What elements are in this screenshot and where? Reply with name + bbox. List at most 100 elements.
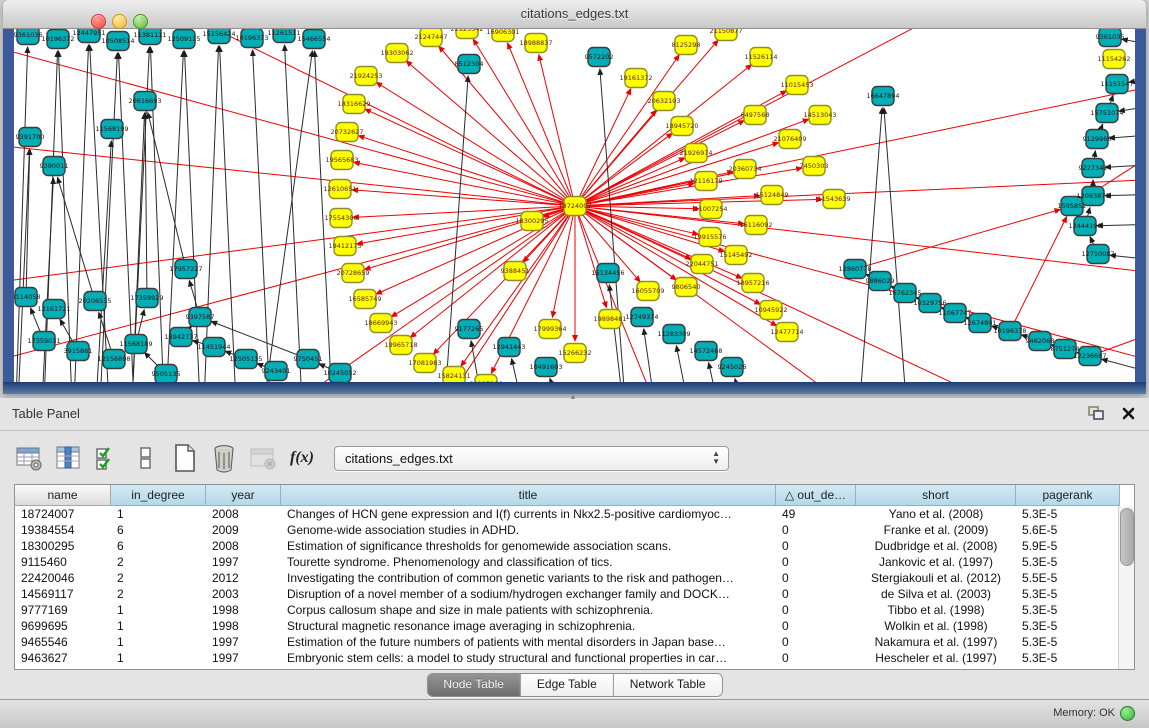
table-cell[interactable]: de Silva et al. (2003): [856, 586, 1016, 602]
table-cell[interactable]: 2003: [206, 586, 281, 602]
table-cell[interactable]: 0: [776, 650, 856, 666]
table-cell[interactable]: 1997: [206, 634, 281, 650]
graph-node[interactable]: 11543639: [817, 190, 850, 209]
graph-node[interactable]: 18316629: [337, 95, 370, 114]
table-cell[interactable]: 5.3E-5: [1016, 506, 1119, 522]
column-header-pagerank[interactable]: pagerank: [1016, 485, 1120, 506]
graph-node[interactable]: 17081983: [408, 354, 441, 373]
graph-node[interactable]: 11261511: [267, 29, 300, 43]
graph-edge[interactable]: [1010, 217, 1067, 331]
table-row[interactable]: 1830029562008Estimation of significance …: [15, 538, 1119, 554]
table-cell[interactable]: Wolkin et al. (1998): [856, 618, 1016, 634]
graph-node[interactable]: 8125298: [672, 36, 701, 55]
table-cell[interactable]: Franke et al. (2009): [856, 522, 1016, 538]
graph-edge[interactable]: [204, 46, 219, 382]
table-cell[interactable]: 0: [776, 618, 856, 634]
table-cell[interactable]: 0: [776, 554, 856, 570]
table-cell[interactable]: 1: [111, 506, 206, 522]
table-row[interactable]: 911546021997Tourette syndrome. Phenomeno…: [15, 554, 1119, 570]
table-scrollbar[interactable]: [1118, 506, 1134, 669]
table-row[interactable]: 1938455462009Genome-wide association stu…: [15, 522, 1119, 538]
graph-edge[interactable]: [884, 108, 907, 382]
graph-edge[interactable]: [74, 45, 89, 382]
graph-node[interactable]: 19161372: [619, 69, 652, 88]
table-cell[interactable]: Estimation of significance thresholds fo…: [281, 538, 776, 554]
table-cell[interactable]: 18724007: [15, 506, 111, 522]
graph-node[interactable]: 9397587: [186, 308, 215, 327]
table-cell[interactable]: 6: [111, 538, 206, 554]
table-cell[interactable]: 1998: [206, 618, 281, 634]
table-cell[interactable]: Changes of HCN gene expression and I(f) …: [281, 506, 776, 522]
table-row[interactable]: 946554611997Estimation of the future num…: [15, 634, 1119, 650]
graph-node[interactable]: 12710087: [1081, 245, 1114, 264]
delete-table-icon[interactable]: [248, 442, 278, 474]
graph-node[interactable]: 11154262: [1097, 50, 1130, 69]
table-cell[interactable]: 1: [111, 634, 206, 650]
tab-network-table[interactable]: Network Table: [614, 674, 722, 696]
table-cell[interactable]: 5.3E-5: [1016, 554, 1119, 570]
graph-node[interactable]: 15145492: [719, 246, 752, 265]
table-mode-icon[interactable]: [14, 442, 44, 474]
graph-node[interactable]: 10196378: [993, 322, 1026, 341]
table-row[interactable]: 1872400712008Changes of HCN gene express…: [15, 506, 1119, 522]
graph-node[interactable]: 20616693: [128, 92, 161, 111]
table-cell[interactable]: Genome-wide association studies in ADHD.: [281, 522, 776, 538]
table-cell[interactable]: 5.3E-5: [1016, 650, 1119, 666]
graph-node[interactable]: 15134456: [591, 264, 624, 283]
graph-node[interactable]: 21247447: [414, 29, 447, 47]
network-canvas[interactable]: 1872400721924253183166292073262719565683…: [14, 29, 1135, 382]
graph-edge[interactable]: [575, 179, 1135, 206]
table-cell[interactable]: 0: [776, 634, 856, 650]
table-cell[interactable]: 49: [776, 506, 856, 522]
graph-node[interactable]: 9129966: [1083, 130, 1112, 149]
graph-node[interactable]: 9390011: [40, 157, 69, 176]
column-header-name[interactable]: name: [15, 485, 111, 506]
tab-node-table[interactable]: Node Table: [427, 674, 521, 696]
graph-node[interactable]: 14513043: [803, 106, 836, 125]
graph-edge[interactable]: [148, 113, 186, 269]
graph-node[interactable]: 16585749: [348, 290, 381, 309]
table-cell[interactable]: 2008: [206, 538, 281, 554]
graph-node[interactable]: 15156424: [202, 29, 235, 44]
table-cell[interactable]: Investigating the contribution of common…: [281, 570, 776, 586]
graph-node[interactable]: 12444190: [1068, 217, 1101, 236]
graph-node[interactable]: 17554300: [324, 209, 357, 228]
graph-node[interactable]: 9177265: [455, 320, 484, 339]
graph-edge[interactable]: [600, 69, 626, 382]
graph-node[interactable]: 15466554: [297, 30, 330, 49]
graph-edge[interactable]: [145, 113, 147, 298]
table-cell[interactable]: 0: [776, 570, 856, 586]
graph-node[interactable]: 9572202: [585, 48, 614, 67]
graph-node[interactable]: 11568189: [119, 335, 152, 354]
table-cell[interactable]: Yano et al. (2008): [856, 506, 1016, 522]
table-cell[interactable]: 9699695: [15, 618, 111, 634]
table-cell[interactable]: 2: [111, 570, 206, 586]
table-cell[interactable]: 5.6E-5: [1016, 522, 1119, 538]
graph-node[interactable]: 12941443: [492, 338, 525, 357]
graph-node[interactable]: 10196372: [41, 30, 74, 49]
graph-edge[interactable]: [1105, 164, 1135, 167]
graph-node[interactable]: 9245026: [718, 358, 747, 377]
graph-edge[interactable]: [354, 162, 575, 206]
table-cell[interactable]: 2009: [206, 522, 281, 538]
graph-edge[interactable]: [96, 141, 111, 382]
graph-node[interactable]: 20195266: [469, 375, 502, 383]
table-cell[interactable]: 19384554: [15, 522, 111, 538]
graph-node[interactable]: 9750451: [294, 350, 323, 369]
graph-node[interactable]: 19412175: [328, 237, 361, 256]
table-cell[interactable]: 5.9E-5: [1016, 538, 1119, 554]
graph-edge[interactable]: [855, 209, 1060, 269]
column-header-year[interactable]: year: [206, 485, 281, 506]
graph-node[interactable]: 9227342: [1079, 159, 1108, 178]
table-cell[interactable]: Hescheler et al. (1997): [856, 650, 1016, 666]
graph-edge[interactable]: [220, 46, 236, 382]
table-cell[interactable]: 1: [111, 618, 206, 634]
graph-node[interactable]: 11381111: [133, 29, 166, 45]
column-header-title[interactable]: title: [281, 485, 776, 506]
graph-node[interactable]: 18945720: [665, 117, 698, 136]
graph-node[interactable]: 20728659: [336, 264, 369, 283]
graph-node[interactable]: 19303062: [380, 44, 413, 63]
graph-node[interactable]: 11451944: [197, 338, 230, 357]
table-row[interactable]: 946362711997Embryonic stem cells: a mode…: [15, 650, 1119, 666]
table-cell[interactable]: Nakamura et al. (1997): [856, 634, 1016, 650]
